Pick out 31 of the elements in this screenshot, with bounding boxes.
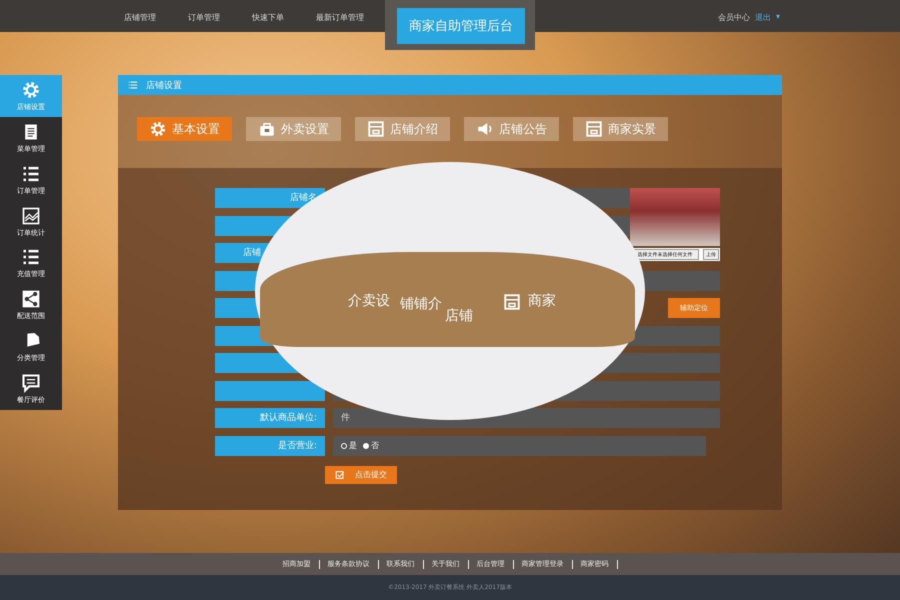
checkbox-icon (335, 470, 345, 480)
gear-icon (149, 120, 167, 138)
text-fragment: 商家 (528, 292, 556, 310)
list-icon (128, 80, 138, 90)
window-icon (585, 120, 603, 138)
panel-title: 店铺设置 (146, 80, 182, 92)
radio-option[interactable]: 否 (363, 436, 379, 456)
nav-link[interactable]: 最新订单管理 (316, 12, 364, 23)
radio-button[interactable] (363, 442, 369, 448)
nav-link[interactable]: 订单管理 (188, 12, 220, 23)
logout-link[interactable]: 退出 (754, 12, 771, 23)
nav-link[interactable]: 快速下单 (252, 12, 284, 23)
gear-icon (21, 80, 41, 100)
speech-bubble-icon (21, 373, 41, 394)
nav-link[interactable]: 店铺管理 (124, 12, 156, 23)
text-fragment: 店铺 (445, 307, 473, 325)
field-label: 默认商品单位: (215, 408, 325, 428)
window-icon (367, 120, 385, 138)
caret-icon[interactable]: ▾ (776, 12, 780, 23)
member-link[interactable]: 会员中心 (718, 12, 750, 23)
share-icon (21, 289, 41, 310)
speaker-icon (476, 120, 494, 138)
text-fragment: 铺铺介 (400, 295, 442, 313)
radio-option[interactable]: 是 (341, 436, 357, 456)
text-fragment: 介卖设 (348, 292, 390, 310)
line-chart-icon (21, 206, 41, 226)
window-icon (503, 293, 521, 311)
radio-button[interactable] (341, 442, 347, 448)
site-title: 商家自助管理后台 (397, 8, 525, 44)
bag-icon (258, 120, 276, 138)
field-label: 是否营业: (215, 436, 325, 456)
